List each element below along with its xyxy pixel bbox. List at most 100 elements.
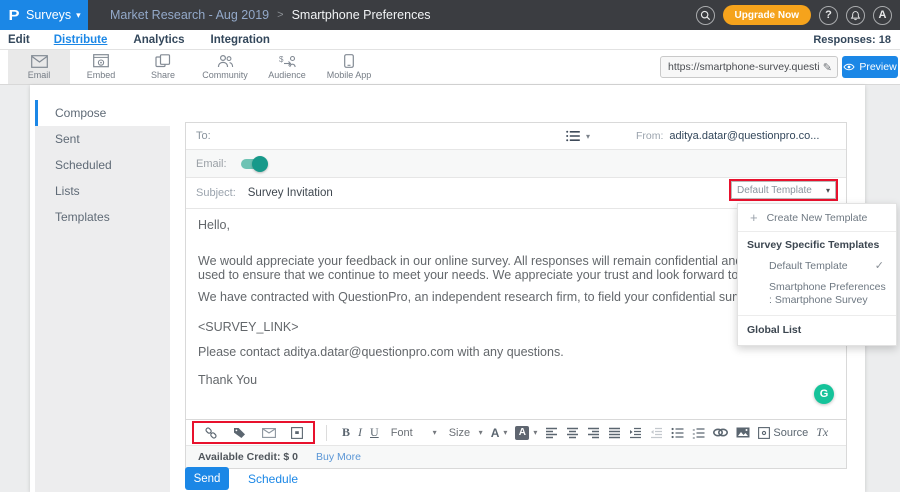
template-select[interactable]: Default Template ▾ xyxy=(731,181,836,199)
editor-toolbar: B I U Font ▾ Size ▾ A ▾ A ▾ xyxy=(186,419,846,446)
background-color-button[interactable]: A ▾ xyxy=(515,426,537,440)
sidebar-item-compose[interactable]: Compose xyxy=(35,100,170,126)
global-list-section[interactable]: Global List xyxy=(738,315,896,345)
font-dropdown-label: Font xyxy=(391,427,413,439)
source-button[interactable]: Source xyxy=(758,427,808,439)
channel-mobile-app[interactable]: Mobile App xyxy=(318,50,380,84)
sidebar-item-sent[interactable]: Sent xyxy=(35,126,170,152)
breadcrumb: Market Research - Aug 2019 > Smartphone … xyxy=(110,8,431,22)
chevron-down-icon: ▾ xyxy=(433,428,437,437)
sidebar-item-scheduled[interactable]: Scheduled xyxy=(35,152,170,178)
community-icon xyxy=(217,54,234,68)
channel-embed[interactable]: Embed xyxy=(70,50,132,84)
align-justify-button[interactable] xyxy=(608,427,621,439)
topbar-actions: Upgrade Now ? A xyxy=(696,5,900,25)
from-email-value[interactable]: aditya.datar@questionpro.co... xyxy=(669,130,819,142)
insert-survey-link-icon[interactable] xyxy=(204,426,218,440)
tab-analytics[interactable]: Analytics xyxy=(133,34,184,46)
template-dropdown-menu: + Create New Template Survey Specific Te… xyxy=(737,203,897,346)
chevron-down-icon: ▾ xyxy=(479,428,483,437)
help-button[interactable]: ? xyxy=(819,6,838,25)
survey-templates-section-header: Survey Specific Templates xyxy=(738,232,896,254)
eye-icon xyxy=(843,63,855,71)
body-line: <SURVEY_LINK> xyxy=(198,320,299,334)
search-button[interactable] xyxy=(696,6,715,25)
survey-url-link[interactable]: https://smartphone-survey.questionpro xyxy=(668,61,819,73)
source-button-label: Source xyxy=(773,427,808,439)
send-button[interactable]: Send xyxy=(185,467,229,490)
responses-count[interactable]: Responses: 18 xyxy=(813,34,891,46)
create-new-template-item[interactable]: + Create New Template xyxy=(738,204,896,232)
underline-button[interactable]: U xyxy=(370,425,379,440)
tab-integration[interactable]: Integration xyxy=(211,34,270,46)
upgrade-now-button[interactable]: Upgrade Now xyxy=(723,5,811,25)
search-icon xyxy=(700,10,711,21)
menu-item-smartphone-template[interactable]: Smartphone Preferences : Smartphone Surv… xyxy=(738,277,896,315)
text-color-a: A xyxy=(491,426,500,440)
notifications-button[interactable] xyxy=(846,6,865,25)
insert-image-button[interactable] xyxy=(736,427,750,438)
app: P Surveys ▾ Market Research - Aug 2019 >… xyxy=(0,0,900,492)
questionpro-logo-icon: P xyxy=(8,7,19,24)
channel-mobile-app-label: Mobile App xyxy=(327,70,372,80)
survey-url-box: https://smartphone-survey.questionpro ✎ xyxy=(660,56,838,78)
size-dropdown[interactable]: Size ▾ xyxy=(449,427,483,439)
credit-row: Available Credit: $ 0 Buy More xyxy=(186,446,846,468)
email-toggle-switch[interactable] xyxy=(241,158,267,170)
contact-list-icon[interactable] xyxy=(566,130,580,142)
channel-tiles: Email Embed Share Community xyxy=(8,50,380,84)
top-bar: P Surveys ▾ Market Research - Aug 2019 >… xyxy=(0,0,900,30)
breadcrumb-survey-group[interactable]: Market Research - Aug 2019 xyxy=(110,8,269,22)
grammarly-badge[interactable]: G xyxy=(814,384,834,404)
insert-embed-icon[interactable] xyxy=(291,427,303,439)
align-right-button[interactable] xyxy=(587,427,600,439)
toolbar-divider xyxy=(326,425,327,441)
channel-email[interactable]: Email xyxy=(8,50,70,84)
menu-item-default-template[interactable]: Default Template ✓ xyxy=(738,254,896,277)
create-new-template-label: Create New Template xyxy=(767,212,868,224)
insert-email-icon[interactable] xyxy=(262,428,276,438)
channel-audience[interactable]: $ Audience xyxy=(256,50,318,84)
subject-value[interactable]: Survey Invitation xyxy=(248,187,333,199)
italic-button[interactable]: I xyxy=(358,425,362,440)
text-color-button[interactable]: A ▾ xyxy=(491,426,508,440)
breadcrumb-separator-icon: > xyxy=(277,9,283,21)
insert-link-button[interactable] xyxy=(713,428,728,437)
insert-tags-icon[interactable] xyxy=(233,426,247,440)
email-icon xyxy=(31,55,48,68)
insert-tools-annotation xyxy=(192,421,315,444)
tab-edit[interactable]: Edit xyxy=(8,34,30,46)
tab-distribute[interactable]: Distribute xyxy=(54,34,108,46)
avatar[interactable]: A xyxy=(873,6,892,25)
buy-more-link[interactable]: Buy More xyxy=(316,451,361,463)
remove-format-button[interactable]: Tx xyxy=(816,425,828,440)
sidebar-item-lists[interactable]: Lists xyxy=(35,178,170,204)
channel-share[interactable]: Share xyxy=(132,50,194,84)
channel-community-label: Community xyxy=(202,70,248,80)
from-field: From: aditya.datar@questionpro.co... xyxy=(636,130,836,142)
body-line: Please contact aditya.datar@questionpro.… xyxy=(198,345,564,359)
subject-label: Subject: xyxy=(196,187,236,199)
numbered-list-button[interactable] xyxy=(692,427,705,439)
chevron-down-icon: ▾ xyxy=(533,428,537,437)
increase-indent-button[interactable] xyxy=(629,427,642,439)
channel-community[interactable]: Community xyxy=(194,50,256,84)
smartphone-template-line2: : Smartphone Survey xyxy=(769,294,896,307)
bold-button[interactable]: B xyxy=(342,425,350,440)
contact-list-caret-icon[interactable]: ▾ xyxy=(586,132,590,141)
align-left-button[interactable] xyxy=(545,427,558,439)
edit-url-pencil-icon[interactable]: ✎ xyxy=(823,61,832,74)
check-icon: ✓ xyxy=(875,259,884,272)
schedule-link[interactable]: Schedule xyxy=(248,472,298,486)
recipients-row: To: ▾ From: aditya.datar@questionpro.co.… xyxy=(186,123,846,150)
preview-button[interactable]: Preview xyxy=(842,56,898,78)
channel-email-label: Email xyxy=(28,70,51,80)
decrease-indent-button[interactable] xyxy=(650,427,663,439)
bell-icon xyxy=(850,10,861,21)
bullet-list-button[interactable] xyxy=(671,427,684,439)
email-toggle-label: Email: xyxy=(196,158,227,170)
font-dropdown[interactable]: Font ▾ xyxy=(391,427,437,439)
align-center-button[interactable] xyxy=(566,427,579,439)
product-switcher[interactable]: P Surveys ▾ xyxy=(0,0,88,30)
sidebar-item-templates[interactable]: Templates xyxy=(35,204,170,230)
